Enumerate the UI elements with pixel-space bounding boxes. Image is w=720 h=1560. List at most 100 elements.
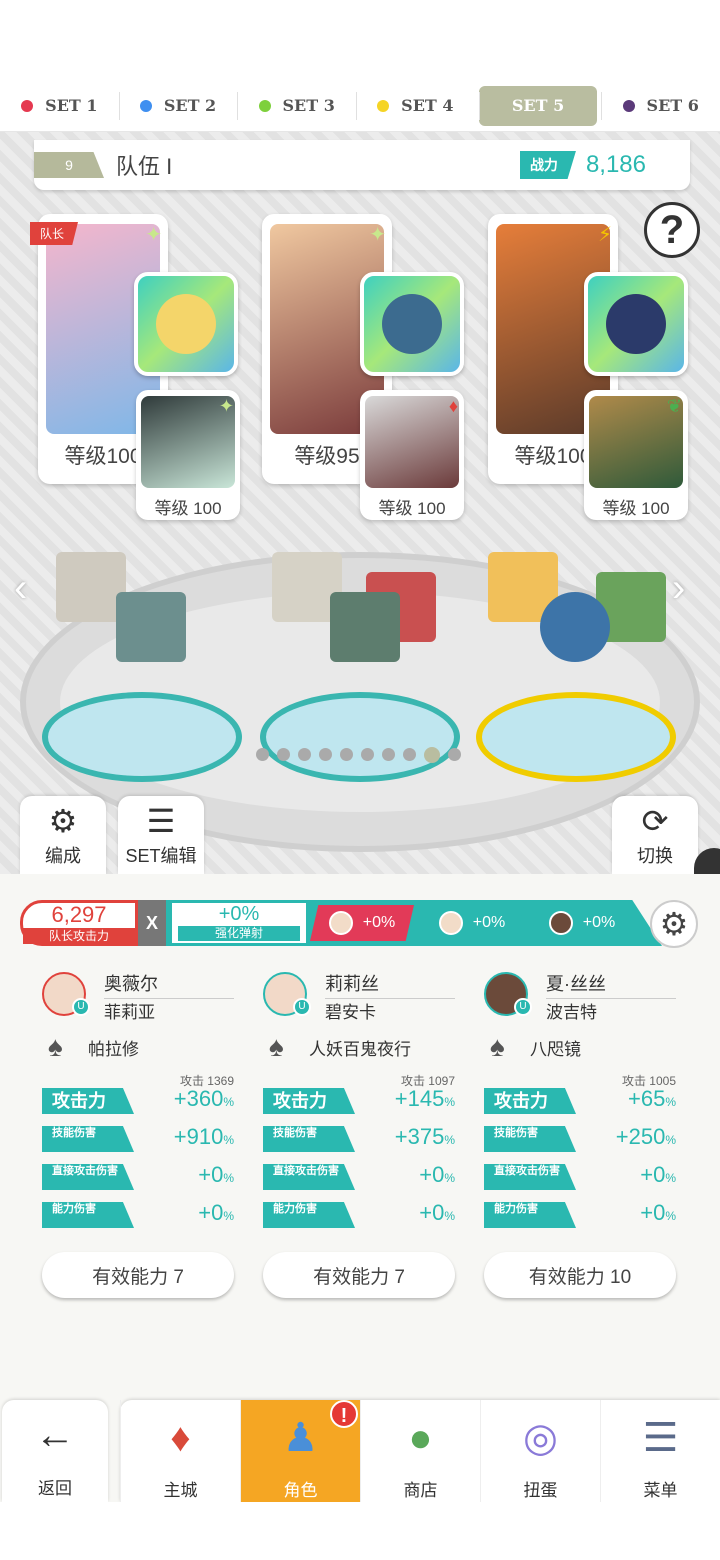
boost-box: +0% 强化弹射 [172,903,306,943]
pixel-monitor-2 [330,592,400,662]
weapon-slot-3[interactable] [584,272,688,376]
set-edit-label: SET编辑 [125,846,197,866]
support-card-2[interactable]: ♦ 等级 100 [360,390,464,520]
tab-set-3[interactable]: SET 3 [237,86,356,126]
percent-sign: % [223,1133,234,1147]
stat-value: +0% [198,1200,234,1226]
page-dot[interactable] [361,748,374,761]
pixel-orb-3 [540,592,610,662]
page-dot[interactable] [298,748,311,761]
tab-set-4[interactable]: SET 4 [356,86,475,126]
percent-sign: % [223,1171,234,1185]
shovel-icon: ♠ [490,1031,505,1062]
nav-label: 角色 [283,1481,318,1500]
weapon-slot-1[interactable] [134,272,238,376]
member-bonus-chip-3: +0% [530,905,634,941]
percent-sign: % [665,1133,676,1147]
support-card-3[interactable]: ❦ 等级 100 [584,390,688,520]
character-stats-2: U 莉莉丝 碧安卡 ♠ 人妖百鬼夜行 攻击力 攻击 1097 +145% 技能伤害 +3… [263,970,463,1234]
battle-stage: 队长 ✦ 等级100 ✦ 等级 100 ✦ 等级95 ♦ 等级 100 ⚡ 等级… [0,132,720,874]
stat-attack: 攻击力 攻击 1097 +145% [263,1074,463,1120]
lightning-icon: ⚡ [597,224,612,246]
tab-set-2[interactable]: SET 2 [118,86,238,126]
leader-attack-label: 队长攻击力 [23,928,135,944]
pedestal-1 [42,692,242,782]
power-value: 8,186 [585,151,646,178]
pedestal-3 [476,692,676,782]
stat-number: +250 [615,1124,666,1149]
member-bonus-chip-2: +0% [420,905,524,941]
switch-label: 切换 [637,846,673,866]
tab-set-6[interactable]: SET 6 [601,86,720,126]
team-header: 9 队伍 I 战力 8,186 [34,140,690,190]
boost-label: 强化弹射 [178,926,300,941]
stat-ability: 能力伤害 +0% [263,1196,463,1234]
switch-button[interactable]: ⟳ 切换 [612,796,698,874]
nav-bar: ♦ 主城 ♟ 角色! ● 商店 ◎ 扭蛋 ☰ 菜单 [120,1400,720,1502]
arrow-right-icon[interactable]: › [672,566,685,611]
stat-number: +360 [173,1086,224,1111]
tab-set-1[interactable]: SET 1 [0,86,119,126]
support-name: 菲莉亚 [104,1003,155,1022]
nav-item-menu[interactable]: ☰ 菜单 [600,1400,720,1502]
stat-value: +65% [628,1086,676,1112]
help-button[interactable]: ? [644,202,700,258]
alert-badge: ! [330,1400,358,1428]
stat-number: +0 [198,1162,224,1187]
formation-button[interactable]: ⚙ 编成 [20,796,106,874]
weapon-row: ♠ 帕拉修 [42,1024,242,1070]
stat-direct: 直接攻击伤害 +0% [263,1158,463,1196]
page-dot[interactable] [448,748,461,761]
status-area [0,0,720,80]
set-edit-button[interactable]: ☰ SET编辑 [118,796,204,874]
percent-sign: % [665,1095,676,1109]
pedestal-2 [260,692,460,782]
page-dot[interactable] [403,748,416,761]
set-tabs: SET 1 SET 2 SET 3 SET 4 SET 5 SET 6 [0,80,720,132]
badge-icon: U [293,998,311,1016]
page-dot[interactable] [256,748,269,761]
leaf-icon: ❦ [666,396,682,416]
page-dot-active[interactable] [424,747,440,763]
gacha-icon: ◎ [523,1416,558,1460]
stat-label: 能力伤害 [484,1202,576,1228]
support-level: 等级 100 [378,499,446,518]
page-dot[interactable] [382,748,395,761]
page-dot[interactable] [340,748,353,761]
stat-value: +0% [419,1162,455,1188]
stat-number: +375 [394,1124,445,1149]
page-dot[interactable] [277,748,290,761]
percent-sign: % [223,1209,234,1223]
effective-ability-button-2[interactable]: 有效能力 7 [263,1252,455,1298]
page-dot[interactable] [319,748,332,761]
stat-value: +145% [395,1086,455,1112]
stat-skill: 技能伤害 +910% [42,1120,242,1158]
pixel-monitor-1 [116,592,186,662]
back-button[interactable]: ← 返回 [2,1400,108,1502]
nav-item-town[interactable]: ♦ 主城 [120,1400,240,1502]
nav-item-gacha[interactable]: ◎ 扭蛋 [480,1400,600,1502]
back-label: 返回 [38,1479,72,1498]
stat-label: 攻击力 [484,1088,576,1114]
stat-value: +0% [198,1162,234,1188]
tab-set-5[interactable]: SET 5 [478,85,598,126]
character-stats-3: U 夏·丝丝 波吉特 ♠ 八咫镜 攻击力 攻击 1005 +65% 技能伤害 +250%… [484,970,684,1234]
weapon-slot-2[interactable] [360,272,464,376]
team-name: 队伍 I [116,154,173,179]
avatar [548,911,573,935]
formation-icon: ⚙ [48,803,78,839]
mirror-icon [606,294,666,354]
stat-label: 技能伤害 [484,1126,576,1152]
nav-item-shop[interactable]: ● 商店 [360,1400,480,1502]
leader-badge: 队长 [30,222,79,245]
bottom-nav: ← 返回 ♦ 主城 ♟ 角色! ● 商店 ◎ 扭蛋 ☰ 菜单 [0,1396,720,1504]
sparkle-icon: ✦ [369,224,386,246]
stat-number: +0 [640,1162,666,1187]
gear-icon[interactable]: ⚙ [650,900,698,948]
effective-ability-button-1[interactable]: 有效能力 7 [42,1252,234,1298]
support-card-1[interactable]: ✦ 等级 100 [136,390,240,520]
effective-ability-button-3[interactable]: 有效能力 10 [484,1252,676,1298]
arrow-left-icon[interactable]: ‹ [14,566,27,611]
red-dot-icon [21,99,34,112]
nav-item-character[interactable]: ♟ 角色! [240,1400,360,1502]
